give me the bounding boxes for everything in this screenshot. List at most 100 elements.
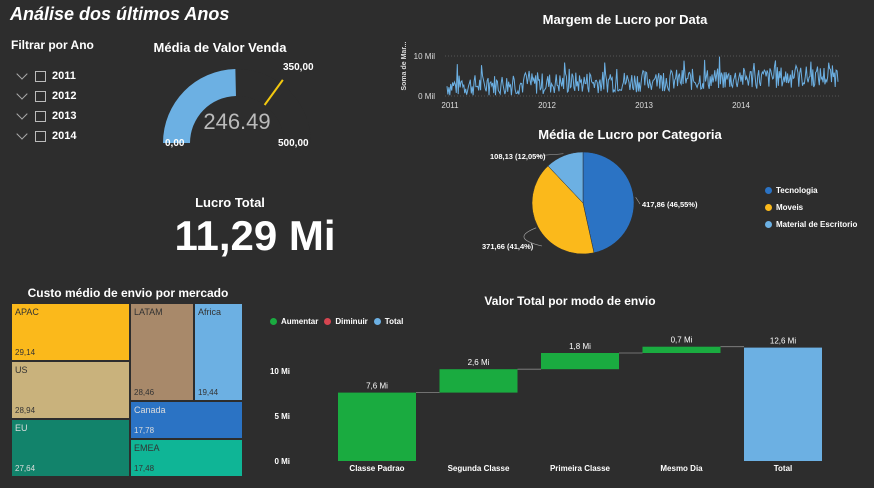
kpi-value: 11,29 Mi: [174, 212, 336, 259]
waterfall-legend-item[interactable]: Total: [373, 317, 404, 326]
treemap-cell-latam[interactable]: LATAM 28,46: [130, 303, 194, 401]
line-y-tick: 10 Mil: [414, 52, 436, 61]
pie-legend: Tecnologia Moveis Material de Escritorio: [765, 186, 857, 229]
filter-year-2014[interactable]: 2014: [16, 128, 77, 142]
legend-dot: [765, 204, 772, 211]
treemap-cell-label: Canada: [134, 405, 166, 415]
treemap-cell-label: EMEA: [134, 443, 160, 453]
treemap-cell-value: 19,44: [198, 388, 219, 397]
filter-year-label: 2014: [52, 130, 77, 142]
waterfall-data-label: 0,7 Mi: [671, 336, 693, 345]
legend-label: Moveis: [776, 203, 804, 212]
waterfall-data-label: 12,6 Mi: [770, 337, 796, 346]
treemap-cell-value: 29,14: [15, 348, 36, 357]
treemap-cell-us[interactable]: US 28,94: [11, 361, 130, 419]
waterfall-legend: Aumentar Diminuir Total: [270, 317, 403, 326]
waterfall-bar-0: [338, 392, 416, 461]
pie-chart-title: Média de Lucro por Categoria: [538, 127, 722, 142]
legend-dot: [765, 187, 772, 194]
filter-year-label: 2011: [52, 70, 76, 82]
treemap-cell-label: Africa: [198, 307, 222, 317]
page-title: Análise dos últimos Anos: [10, 4, 230, 24]
pie-data-label: 371,66 (41,4%): [482, 242, 534, 251]
treemap-cell-emea[interactable]: EMEA 17,48: [130, 439, 243, 477]
waterfall-y-tick: 5 Mi: [274, 412, 290, 421]
treemap-chart: APAC 29,14 US 28,94 EU 27,64 LATAM 28,46 Africa 1…: [11, 303, 243, 477]
waterfall-x-tick: Primeira Classe: [550, 464, 611, 473]
pie-legend-item[interactable]: Material de Escritorio: [765, 220, 857, 229]
treemap-cell-eu[interactable]: EU 27,64: [11, 419, 130, 477]
chevron-down-icon[interactable]: [16, 88, 28, 100]
waterfall-bar-2: [541, 353, 619, 370]
treemap-cell-label: APAC: [15, 307, 39, 317]
gauge-min-label: 0,00: [165, 138, 185, 149]
waterfall-x-tick: Total: [774, 464, 793, 473]
checkbox[interactable]: [35, 130, 46, 142]
chevron-down-icon[interactable]: [16, 68, 28, 80]
legend-label: Tecnologia: [776, 186, 818, 195]
line-series: [446, 56, 839, 96]
legend-dot: [270, 318, 277, 325]
waterfall-y-tick: 10 Mi: [270, 367, 290, 376]
filter-year-2012[interactable]: 2012: [16, 88, 77, 102]
treemap-cell-label: EU: [15, 423, 28, 433]
waterfall-data-label: 7,6 Mi: [366, 382, 388, 391]
gauge-title: Média de Valor Venda: [153, 40, 287, 55]
waterfall-legend-item[interactable]: Diminuir: [324, 317, 368, 326]
waterfall-legend-item[interactable]: Aumentar: [270, 317, 318, 326]
waterfall-chart: 10 Mi 5 Mi 0 Mi 7,6 Mi Classe Padrao 2,6 Mi Se…: [270, 336, 822, 473]
filter-year-label: 2012: [52, 90, 77, 102]
checkbox[interactable]: [35, 70, 46, 82]
treemap-cell-value: 17,78: [134, 426, 155, 435]
filter-year-2013[interactable]: 2013: [16, 108, 76, 122]
gauge-target-label: 350,00: [283, 62, 314, 73]
line-y-tick: 0 Mil: [418, 92, 435, 101]
pie-data-label: 108,13 (12,05%): [490, 152, 546, 161]
treemap-cell-value: 28,94: [15, 406, 36, 415]
treemap-cell-africa[interactable]: Africa 19,44: [194, 303, 243, 401]
pie-legend-item[interactable]: Moveis: [765, 203, 857, 212]
legend-label: Aumentar: [281, 317, 319, 326]
treemap-cell-label: LATAM: [134, 307, 163, 317]
treemap-cell-apac[interactable]: APAC 29,14: [11, 303, 130, 361]
filter-title: Filtrar por Ano: [11, 38, 94, 52]
waterfall-bar-1: [439, 369, 518, 393]
pie-chart: 417,86 (46,55%) 371,66 (41,4%) 108,13 (12,…: [482, 151, 698, 255]
pie-data-label: 417,86 (46,55%): [642, 200, 698, 209]
legend-dot: [373, 318, 381, 325]
line-x-tick: 2014: [732, 101, 750, 110]
line-chart-title: Margem de Lucro por Data: [542, 12, 708, 27]
checkbox[interactable]: [35, 90, 46, 102]
waterfall-data-label: 1,8 Mi: [569, 342, 591, 351]
kpi-title: Lucro Total: [195, 195, 265, 210]
waterfall-data-label: 2,6 Mi: [468, 358, 490, 367]
treemap-cell-value: 28,46: [134, 388, 155, 397]
legend-dot: [765, 221, 772, 228]
waterfall-x-tick: Classe Padrao: [349, 464, 404, 473]
pie-leader-line: [635, 197, 641, 205]
waterfall-bar-3: [642, 346, 721, 353]
line-x-tick: 2013: [635, 101, 653, 110]
treemap-cell-value: 27,64: [15, 464, 36, 473]
waterfall-bar-4: [744, 347, 822, 461]
treemap-cell-canada[interactable]: Canada 17,78: [130, 401, 243, 439]
chevron-down-icon[interactable]: [16, 108, 28, 120]
treemap-cell-value: 17,48: [134, 464, 155, 473]
legend-label: Diminuir: [335, 317, 368, 326]
gauge-max-label: 500,00: [278, 138, 309, 149]
line-y-label: Soma de Mar...: [401, 41, 408, 90]
waterfall-x-tick: Segunda Classe: [448, 464, 510, 473]
pie-legend-item[interactable]: Tecnologia: [765, 186, 857, 195]
waterfall-x-tick: Mesmo Dia: [660, 464, 703, 473]
legend-label: Total: [384, 317, 404, 326]
filter-year-2011[interactable]: 2011: [16, 68, 76, 82]
waterfall-title: Valor Total por modo de envio: [484, 294, 656, 308]
treemap-title: Custo médio de envio por mercado: [27, 286, 229, 300]
line-chart: Soma de Mar... 10 Mil 0 Mil 2011 2012 20…: [401, 41, 840, 110]
legend-dot: [324, 318, 332, 325]
checkbox[interactable]: [35, 110, 46, 122]
legend-label: Material de Escritorio: [776, 220, 858, 229]
line-x-tick: 2012: [538, 101, 556, 110]
line-x-tick: 2011: [441, 101, 459, 110]
chevron-down-icon[interactable]: [16, 128, 28, 140]
